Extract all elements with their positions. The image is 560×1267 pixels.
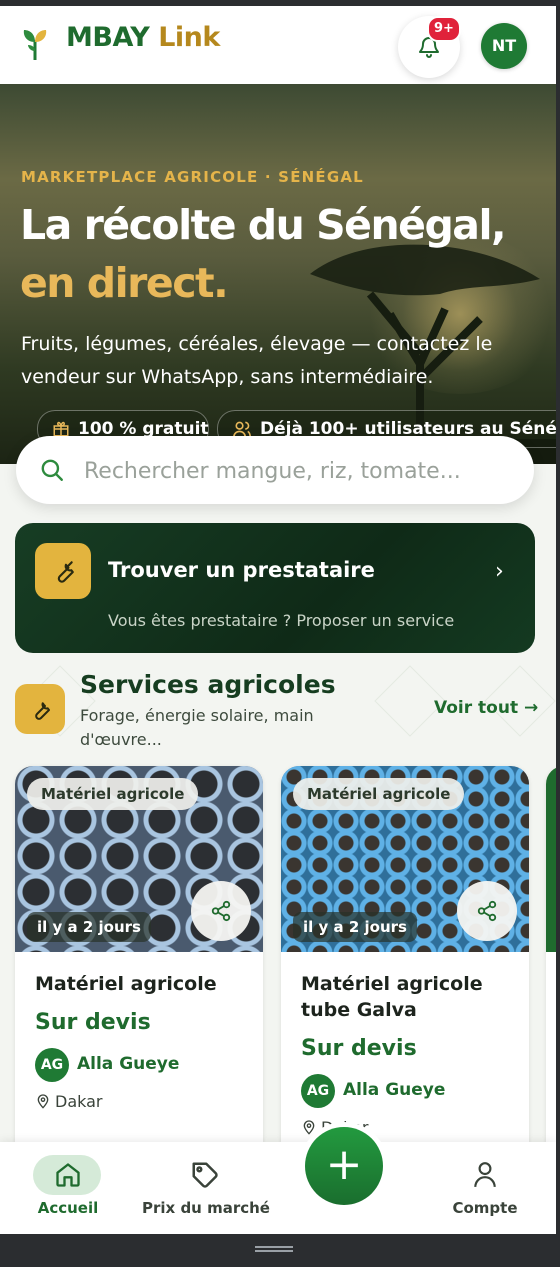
services-section-subtitle: Forage, énergie solaire, main d'œuvre... <box>80 706 314 749</box>
find-provider-title: Trouver un prestataire <box>108 558 375 582</box>
category-tag: Matériel agricole <box>27 778 199 810</box>
listing-card-partial[interactable] <box>546 766 556 1166</box>
search-bar[interactable] <box>16 436 534 504</box>
add-listing-button[interactable]: + <box>300 1122 388 1210</box>
share-icon <box>211 900 231 922</box>
share-button[interactable] <box>191 881 251 941</box>
bottom-navigation: Accueil Prix du marché Compte <box>0 1142 556 1234</box>
listing-price: Sur devis <box>301 1036 417 1061</box>
plus-icon: + <box>305 1127 383 1205</box>
share-icon <box>477 900 497 922</box>
app-screen: MBAY Link 9+ NT MARKETPLACE AGRICOLE · S… <box>0 6 556 1234</box>
nav-home-label: Accueil <box>37 1199 99 1217</box>
top-header: MBAY Link 9+ NT <box>0 6 556 84</box>
nav-home[interactable]: Accueil <box>20 1142 116 1234</box>
listing-title: Matériel agricole tube Galva <box>301 973 483 1021</box>
services-section-title: Services agricoles <box>80 670 336 699</box>
listing-image <box>546 766 556 952</box>
seller-name: Alla Gueye <box>343 1080 446 1100</box>
wrench-icon <box>35 702 50 720</box>
nav-account-label: Compte <box>452 1199 518 1217</box>
sprout-logo-icon <box>23 30 47 60</box>
posted-age: il y a 2 jours <box>293 912 417 942</box>
search-icon <box>41 459 63 481</box>
seller-avatar: AG <box>301 1074 335 1108</box>
listing-price: Sur devis <box>35 1010 151 1035</box>
hero-title-line1: La récolte du Sénégal, <box>20 201 507 249</box>
find-provider-banner[interactable]: Trouver un prestataire › Vous êtes prest… <box>15 523 535 653</box>
location-pin-icon <box>37 1094 49 1109</box>
nav-account[interactable]: Compte <box>440 1142 530 1234</box>
brand-name[interactable]: MBAY Link <box>66 22 220 53</box>
share-button[interactable] <box>457 881 517 941</box>
price-tag-icon <box>192 1162 218 1188</box>
home-icon <box>56 1163 80 1187</box>
see-all-link[interactable]: Voir tout → <box>434 698 538 718</box>
hero-subtitle: Fruits, légumes, céréales, élevage — con… <box>21 333 493 388</box>
location-label: Dakar <box>55 1092 103 1111</box>
posted-age: il y a 2 jours <box>27 912 151 942</box>
user-avatar[interactable]: NT <box>481 23 527 69</box>
hero-kicker: MARKETPLACE AGRICOLE · SÉNÉGAL <box>21 168 364 186</box>
hero-banner: MARKETPLACE AGRICOLE · SÉNÉGAL La récolt… <box>0 84 556 464</box>
seller-name: Alla Gueye <box>77 1054 180 1074</box>
provider-icon-box <box>35 543 91 599</box>
listing-card[interactable]: Matériel agricole il y a 2 jours Matérie… <box>15 766 263 1166</box>
brand-part2: Link <box>158 22 220 53</box>
listing-location: Dakar <box>35 1092 103 1111</box>
chevron-right-icon: › <box>495 559 504 584</box>
wrench-icon <box>57 561 74 583</box>
nav-market-prices[interactable]: Prix du marché <box>140 1142 272 1234</box>
hero-title-line2: en direct. <box>20 259 229 307</box>
brand-part1: MBAY <box>66 22 150 53</box>
services-icon-box <box>15 684 65 734</box>
user-icon <box>474 1162 496 1188</box>
seller-avatar: AG <box>35 1048 69 1082</box>
nav-market-prices-label: Prix du marché <box>142 1199 270 1217</box>
offer-service-link[interactable]: Vous êtes prestataire ? Proposer un serv… <box>108 611 454 630</box>
listing-title: Matériel agricole <box>35 973 217 995</box>
category-tag: Matériel agricole <box>293 778 465 810</box>
gesture-handle[interactable] <box>255 1246 293 1252</box>
listing-card[interactable]: Matériel agricole il y a 2 jours Matérie… <box>281 766 529 1166</box>
notification-badge: 9+ <box>427 16 461 42</box>
search-input[interactable] <box>82 452 506 490</box>
